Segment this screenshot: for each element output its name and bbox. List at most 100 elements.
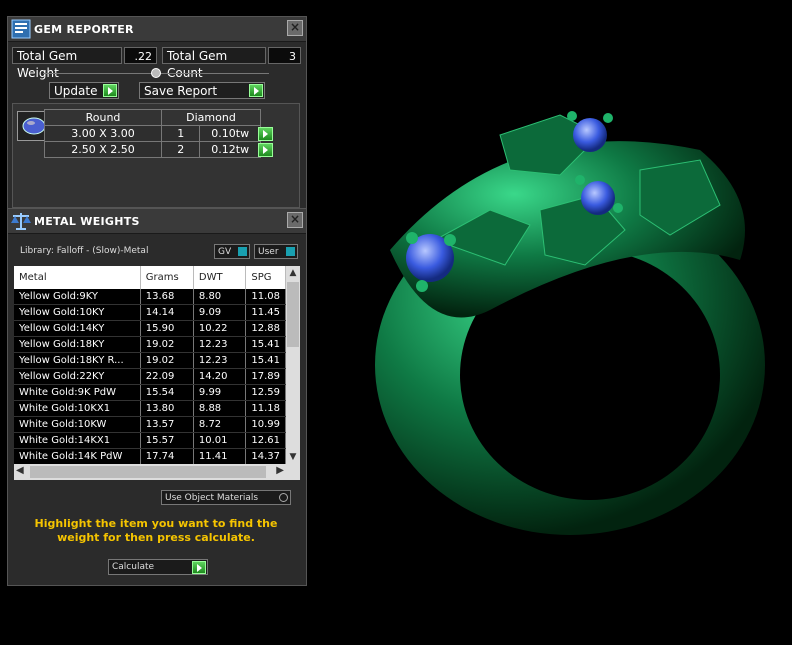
column-header-metal[interactable]: Metal [14, 266, 141, 289]
spg-value: 15.41 [245, 352, 286, 369]
scale-icon [8, 209, 34, 233]
table-row[interactable]: Yellow Gold:18KY 19.02 12.23 15.41 [14, 336, 286, 353]
gem-table: Round Diamond 3.00 X 3.00 1 0.10tw 2.50 … [44, 109, 261, 158]
gem-size: 2.50 X 2.50 [44, 141, 162, 158]
total-gem-count-value: 3 [268, 47, 301, 64]
slider-handle[interactable] [151, 68, 161, 78]
spg-value: 14.37 [245, 448, 286, 464]
metal-name: White Gold:10KX1 [14, 400, 141, 417]
table-row[interactable]: Yellow Gold:18KY R... 19.02 12.23 15.41 [14, 352, 286, 369]
grams-value: 19.02 [140, 352, 194, 369]
user-label: User [258, 247, 279, 257]
dwt-value: 10.01 [193, 432, 247, 449]
spg-value: 11.45 [245, 304, 286, 321]
dwt-value: 12.23 [193, 352, 247, 369]
dwt-value: 14.20 [193, 368, 247, 385]
grams-value: 17.74 [140, 448, 194, 464]
scroll-left-arrow[interactable]: ◀ [16, 465, 24, 476]
gem-count: 1 [160, 125, 201, 142]
dwt-value: 12.23 [193, 336, 247, 353]
prong [444, 234, 456, 246]
update-label: Update [54, 84, 98, 98]
column-header-spg[interactable]: SPG [245, 266, 286, 289]
metal-name: Yellow Gold:18KY R... [14, 352, 141, 369]
save-report-button[interactable]: Save Report [139, 82, 265, 99]
dwt-value: 11.41 [193, 448, 247, 464]
metal-weights-titlebar[interactable]: METAL WEIGHTS × [8, 209, 306, 234]
calculate-label: Calculate [112, 562, 155, 572]
metal-table: Metal Grams DWT SPG Yellow Gold:9KY 13.68… [14, 266, 286, 464]
table-row[interactable]: White Gold:10KX1 13.80 8.88 11.18 [14, 400, 286, 417]
scroll-down-arrow[interactable]: ▼ [286, 450, 300, 464]
spg-value: 17.89 [245, 368, 286, 385]
horizontal-scrollbar[interactable]: ◀ ▶ [14, 464, 300, 480]
user-toggle[interactable]: User [254, 244, 298, 259]
scroll-thumb[interactable] [287, 282, 299, 347]
metal-name: White Gold:9K PdW [14, 384, 141, 401]
prong [613, 203, 623, 213]
grams-value: 14.14 [140, 304, 194, 321]
gem-row-go-button[interactable] [258, 143, 273, 157]
close-icon[interactable]: × [287, 212, 303, 228]
table-row[interactable]: White Gold:14KX1 15.57 10.01 12.61 [14, 432, 286, 449]
vertical-scrollbar[interactable]: ▲ ▼ [286, 266, 300, 464]
column-header-grams[interactable]: Grams [140, 266, 194, 289]
gem-row[interactable]: 3.00 X 3.00 1 0.10tw [44, 125, 261, 142]
table-row[interactable]: Yellow Gold:14KY 15.90 10.22 12.88 [14, 320, 286, 337]
spg-value: 10.99 [245, 416, 286, 433]
scroll-thumb[interactable] [30, 466, 266, 478]
prong [575, 175, 585, 185]
dwt-value: 10.22 [193, 320, 247, 337]
column-header-dwt[interactable]: DWT [193, 266, 247, 289]
grams-value: 13.57 [140, 416, 194, 433]
update-button[interactable]: Update [49, 82, 119, 99]
gv-label: GV [218, 247, 232, 257]
gem-row[interactable]: 2.50 X 2.50 2 0.12tw [44, 141, 261, 158]
spg-value: 12.88 [245, 320, 286, 337]
spg-value: 11.08 [245, 289, 286, 305]
total-gem-weight-label: Total Gem Weight [12, 47, 122, 80]
ring-body [375, 114, 765, 535]
grams-value: 13.80 [140, 400, 194, 417]
prong [603, 113, 613, 123]
toggle-icon [286, 247, 295, 256]
table-row[interactable]: White Gold:14K PdW 17.74 11.41 14.37 [14, 448, 286, 464]
metal-name: Yellow Gold:10KY [14, 304, 141, 321]
grams-value: 15.57 [140, 432, 194, 449]
save-report-label: Save Report [144, 84, 218, 98]
gem-reporter-titlebar[interactable]: GEM REPORTER × [8, 17, 306, 42]
calculate-button[interactable]: Calculate [108, 559, 208, 575]
table-row[interactable]: Yellow Gold:10KY 14.14 9.09 11.45 [14, 304, 286, 321]
table-row[interactable]: White Gold:10KW 13.57 8.72 10.99 [14, 416, 286, 433]
metal-name: White Gold:14K PdW [14, 448, 141, 464]
metal-name: Yellow Gold:14KY [14, 320, 141, 337]
gem-row-go-button[interactable] [258, 127, 273, 141]
table-row[interactable]: Yellow Gold:22KY 22.09 14.20 17.89 [14, 368, 286, 385]
dwt-value: 8.88 [193, 400, 247, 417]
prong [416, 280, 428, 292]
gem-shape-header: Round [44, 109, 162, 126]
table-row[interactable]: White Gold:9K PdW 15.54 9.99 12.59 [14, 384, 286, 401]
ring-render-viewport[interactable] [340, 90, 780, 550]
dwt-value: 9.09 [193, 304, 247, 321]
spg-value: 11.18 [245, 400, 286, 417]
gem-reporter-title: GEM REPORTER [34, 22, 134, 36]
gemstone [573, 118, 607, 152]
toggle-icon [238, 247, 247, 256]
use-object-materials-label: Use Object Materials [165, 493, 259, 503]
grams-value: 15.90 [140, 320, 194, 337]
table-row[interactable]: Yellow Gold:9KY 13.68 8.80 11.08 [14, 289, 286, 305]
grams-value: 13.68 [140, 289, 194, 305]
close-icon[interactable]: × [287, 20, 303, 36]
radio-icon [279, 493, 288, 502]
play-icon [103, 84, 117, 97]
total-gem-count-label: Total Gem Count [162, 47, 266, 80]
report-icon [8, 17, 34, 41]
scroll-up-arrow[interactable]: ▲ [286, 266, 300, 280]
scroll-right-arrow[interactable]: ▶ [276, 465, 284, 476]
grams-value: 22.09 [140, 368, 194, 385]
use-object-materials-toggle[interactable]: Use Object Materials [161, 490, 291, 505]
metal-name: White Gold:10KW [14, 416, 141, 433]
gem-weight: 0.10tw [199, 125, 261, 142]
gv-toggle[interactable]: GV [214, 244, 250, 259]
